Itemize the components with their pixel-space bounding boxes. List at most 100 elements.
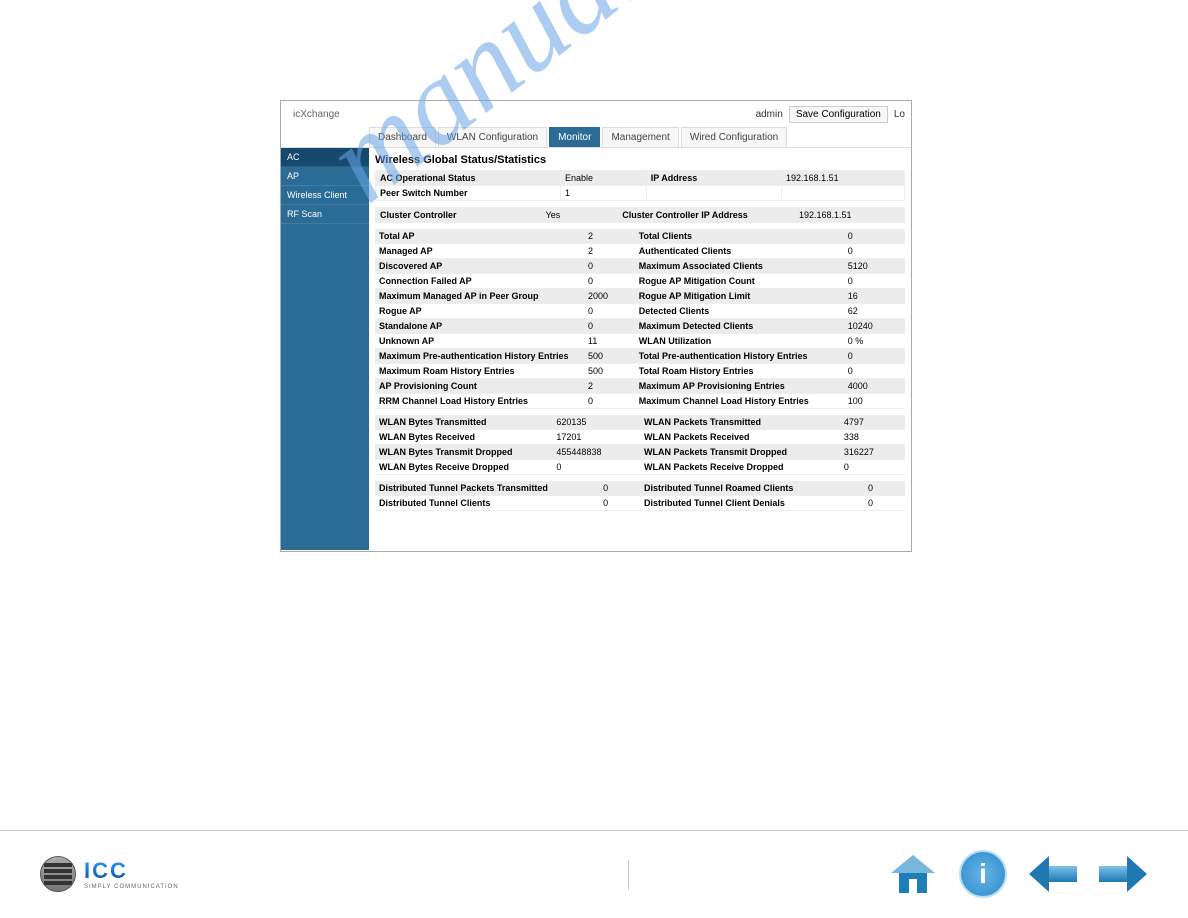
label: AC Operational Status <box>376 171 561 186</box>
label: IP Address <box>646 171 781 186</box>
label: Cluster Controller <box>376 208 542 223</box>
table-row: Distributed Tunnel Packets Transmitted0D… <box>375 481 905 496</box>
label: WLAN Packets Transmitted <box>640 415 840 430</box>
table-row: Maximum Roam History Entries500Total Roa… <box>375 364 905 379</box>
value: 500 <box>584 349 635 364</box>
value: 0 <box>584 394 635 409</box>
value: 0 <box>844 349 905 364</box>
app-header: icXchange admin Save Configuration Lo <box>281 101 911 127</box>
tunnel-table: Distributed Tunnel Packets Transmitted0D… <box>375 481 905 511</box>
label: Total Roam History Entries <box>635 364 844 379</box>
label: WLAN Bytes Receive Dropped <box>375 460 552 475</box>
tab-wired-configuration[interactable]: Wired Configuration <box>681 127 787 147</box>
value: 2000 <box>584 289 635 304</box>
info-icon[interactable]: i <box>958 849 1008 899</box>
label: Discovered AP <box>375 259 584 274</box>
brand-label: icXchange <box>287 105 346 124</box>
footer-vertical-divider <box>628 860 629 890</box>
label: Maximum Detected Clients <box>635 319 844 334</box>
label: AP Provisioning Count <box>375 379 584 394</box>
page-title: Wireless Global Status/Statistics <box>375 152 905 170</box>
value: Enable <box>561 171 647 186</box>
value: 0 <box>584 274 635 289</box>
value: 0 <box>864 481 905 496</box>
value: 0 % <box>844 334 905 349</box>
sidebar-item-ap[interactable]: AP <box>281 167 369 186</box>
label: WLAN Packets Transmit Dropped <box>640 445 840 460</box>
value: 192.168.1.51 <box>782 171 905 186</box>
table-row: Discovered AP0Maximum Associated Clients… <box>375 259 905 274</box>
label: Maximum Associated Clients <box>635 259 844 274</box>
logo-text: ICC <box>84 858 179 884</box>
table-row: Total AP2Total Clients0 <box>375 229 905 244</box>
label: WLAN Bytes Transmitted <box>375 415 552 430</box>
value: 17201 <box>552 430 640 445</box>
table-row: Connection Failed AP0Rogue AP Mitigation… <box>375 274 905 289</box>
home-icon[interactable] <box>888 849 938 899</box>
label: WLAN Utilization <box>635 334 844 349</box>
label: Rogue AP Mitigation Count <box>635 274 844 289</box>
table-row: AP Provisioning Count2Maximum AP Provisi… <box>375 379 905 394</box>
value <box>782 186 905 201</box>
value: 16 <box>844 289 905 304</box>
value: 4000 <box>844 379 905 394</box>
label: Maximum Managed AP in Peer Group <box>375 289 584 304</box>
sidebar-item-ac[interactable]: AC <box>281 148 369 167</box>
content-panel: Wireless Global Status/Statistics AC Ope… <box>369 148 911 550</box>
table-row: Distributed Tunnel Clients0Distributed T… <box>375 496 905 511</box>
label: Rogue AP <box>375 304 584 319</box>
value: 0 <box>599 496 640 511</box>
sidebar-item-rf-scan[interactable]: RF Scan <box>281 205 369 224</box>
table-row: Rogue AP0Detected Clients62 <box>375 304 905 319</box>
value: 62 <box>844 304 905 319</box>
value: 620135 <box>552 415 640 430</box>
footer-nav: i <box>888 849 1148 899</box>
label: Distributed Tunnel Roamed Clients <box>640 481 864 496</box>
label: RRM Channel Load History Entries <box>375 394 584 409</box>
table-row: Managed AP2Authenticated Clients0 <box>375 244 905 259</box>
main-tabs: Dashboard WLAN Configuration Monitor Man… <box>281 127 911 148</box>
header-logout-fragment[interactable]: Lo <box>894 109 905 120</box>
value: 455448838 <box>552 445 640 460</box>
table-row: WLAN Bytes Transmitted620135WLAN Packets… <box>375 415 905 430</box>
value: 4797 <box>840 415 905 430</box>
value: 2 <box>584 379 635 394</box>
value: 11 <box>584 334 635 349</box>
table-row: Maximum Pre-authentication History Entri… <box>375 349 905 364</box>
value: 192.168.1.51 <box>794 208 904 223</box>
label: Total AP <box>375 229 584 244</box>
label <box>646 186 781 201</box>
value: 316227 <box>840 445 905 460</box>
footer-logo: ICC SIMPLY COMMUNICATION <box>40 856 179 892</box>
label: Distributed Tunnel Client Denials <box>640 496 864 511</box>
label: Maximum Channel Load History Entries <box>635 394 844 409</box>
value: 0 <box>864 496 905 511</box>
table-row: WLAN Bytes Transmit Dropped455448838WLAN… <box>375 445 905 460</box>
label: WLAN Bytes Transmit Dropped <box>375 445 552 460</box>
label: Peer Switch Number <box>376 186 561 201</box>
wlan-bytes-table: WLAN Bytes Transmitted620135WLAN Packets… <box>375 415 905 475</box>
tab-wlan-configuration[interactable]: WLAN Configuration <box>438 127 547 147</box>
prev-page-arrow-icon[interactable] <box>1028 849 1078 899</box>
label: Managed AP <box>375 244 584 259</box>
tab-management[interactable]: Management <box>602 127 678 147</box>
table-row: Standalone AP0Maximum Detected Clients10… <box>375 319 905 334</box>
label: Cluster Controller IP Address <box>618 208 795 223</box>
sidebar-item-wireless-client[interactable]: Wireless Client <box>281 186 369 205</box>
value: 338 <box>840 430 905 445</box>
save-configuration-button[interactable]: Save Configuration <box>789 106 888 123</box>
label: Detected Clients <box>635 304 844 319</box>
tab-monitor[interactable]: Monitor <box>549 127 600 147</box>
label: WLAN Packets Receive Dropped <box>640 460 840 475</box>
table-row: RRM Channel Load History Entries0Maximum… <box>375 394 905 409</box>
value: 10240 <box>844 319 905 334</box>
value: 0 <box>584 304 635 319</box>
sidebar: AC AP Wireless Client RF Scan <box>281 148 369 550</box>
logo-subtext: SIMPLY COMMUNICATION <box>84 884 179 890</box>
value: 1 <box>561 186 647 201</box>
value: 0 <box>584 259 635 274</box>
value: 2 <box>584 229 635 244</box>
next-page-arrow-icon[interactable] <box>1098 849 1148 899</box>
document-footer: ICC SIMPLY COMMUNICATION i <box>0 830 1188 918</box>
tab-dashboard[interactable]: Dashboard <box>369 127 436 147</box>
